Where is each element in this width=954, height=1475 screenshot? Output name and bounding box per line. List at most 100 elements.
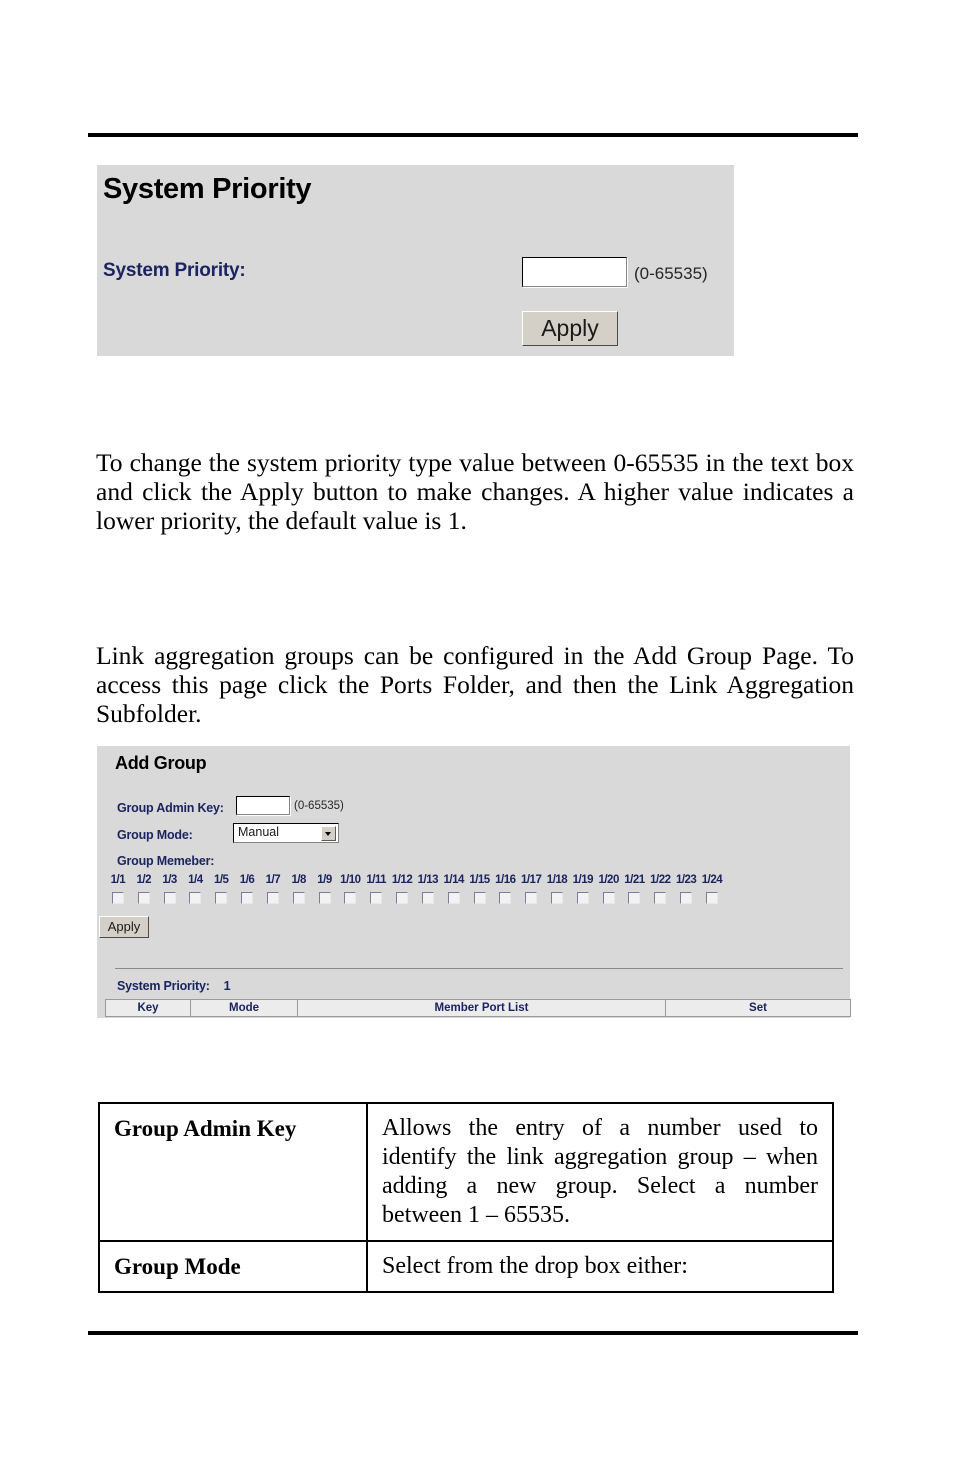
group-mode-selected-value: Manual xyxy=(238,825,279,839)
port-column-1-1: 1/1 xyxy=(105,873,131,909)
add-group-apply-button[interactable]: Apply xyxy=(99,916,149,938)
port-checkbox-1-15[interactable] xyxy=(473,892,486,904)
port-column-1-11: 1/11 xyxy=(363,873,389,909)
port-column-1-10: 1/10 xyxy=(337,873,363,909)
group-mode-select[interactable]: Manual xyxy=(233,823,339,843)
port-checkbox-1-11[interactable] xyxy=(370,892,383,904)
port-checkbox-wrapper xyxy=(292,891,305,909)
port-label: 1/7 xyxy=(265,874,281,886)
port-checkbox-wrapper xyxy=(318,891,331,909)
port-column-1-9: 1/9 xyxy=(312,873,338,909)
port-column-1-17: 1/17 xyxy=(518,873,544,909)
port-checkbox-1-18[interactable] xyxy=(550,892,563,904)
group-member-port-grid: 1/1 1/2 1/3 1/4 1/5 1/6 1/7 1/8 1/9 1/10 1/11 1/12 1… xyxy=(105,873,725,909)
term-group-mode: Group Mode xyxy=(98,1240,368,1293)
port-checkbox-1-7[interactable] xyxy=(266,892,279,904)
group-admin-key-range-hint: (0-65535) xyxy=(294,800,344,812)
group-admin-key-input[interactable] xyxy=(236,796,290,815)
port-column-1-19: 1/19 xyxy=(570,873,596,909)
add-group-panel: Add Group Group Admin Key: (0-65535) Gro… xyxy=(97,746,851,1018)
port-label: 1/17 xyxy=(520,874,542,886)
port-label: 1/3 xyxy=(162,874,177,886)
port-column-1-21: 1/21 xyxy=(622,873,648,909)
port-label: 1/10 xyxy=(340,874,361,886)
port-checkbox-1-16[interactable] xyxy=(499,892,512,904)
port-column-1-23: 1/23 xyxy=(673,873,699,909)
port-checkbox-wrapper xyxy=(370,891,383,909)
port-column-1-24: 1/24 xyxy=(699,873,725,909)
port-checkbox-1-13[interactable] xyxy=(421,892,434,904)
port-checkbox-wrapper xyxy=(396,891,409,909)
port-checkbox-wrapper xyxy=(550,891,563,909)
port-label: 1/4 xyxy=(188,874,203,886)
system-priority-input[interactable] xyxy=(522,257,627,287)
port-checkbox-1-2[interactable] xyxy=(137,892,150,904)
field-description-table-body: Group Admin Key Allows the entry of a nu… xyxy=(98,1102,834,1293)
port-checkbox-wrapper xyxy=(447,891,460,909)
system-priority-panel: System Priority System Priority: (0-6553… xyxy=(97,165,734,356)
table-header-key: Key xyxy=(106,1000,191,1016)
table-header-mode: Mode xyxy=(191,1000,298,1016)
port-label: 1/23 xyxy=(675,874,697,886)
group-mode-label: Group Mode: xyxy=(117,828,193,842)
port-column-1-5: 1/5 xyxy=(208,873,234,909)
port-label: 1/13 xyxy=(417,874,439,886)
port-checkbox-wrapper xyxy=(266,891,279,909)
port-checkbox-wrapper xyxy=(576,891,589,909)
add-group-divider xyxy=(115,968,843,969)
port-label: 1/8 xyxy=(291,874,306,886)
port-checkbox-1-22[interactable] xyxy=(654,892,667,904)
port-checkbox-wrapper xyxy=(602,891,615,909)
port-checkbox-1-1[interactable] xyxy=(111,892,124,904)
port-label: 1/9 xyxy=(317,874,332,886)
port-checkbox-wrapper xyxy=(421,891,434,909)
port-checkbox-wrapper xyxy=(111,891,124,909)
port-checkbox-wrapper xyxy=(525,891,538,909)
port-checkbox-1-6[interactable] xyxy=(241,892,254,904)
port-checkbox-1-17[interactable] xyxy=(525,892,538,904)
port-label: 1/6 xyxy=(239,874,255,886)
port-checkbox-1-12[interactable] xyxy=(396,892,409,904)
port-label: 1/16 xyxy=(495,874,516,886)
port-checkbox-wrapper xyxy=(654,891,667,909)
port-checkbox-1-23[interactable] xyxy=(680,892,693,904)
add-group-system-priority-value: 1 xyxy=(223,979,231,993)
port-column-1-3: 1/3 xyxy=(157,873,183,909)
port-checkbox-wrapper xyxy=(344,891,357,909)
port-checkbox-1-9[interactable] xyxy=(318,892,331,904)
chevron-down-icon[interactable] xyxy=(321,826,336,841)
add-group-panel-title: Add Group xyxy=(115,753,207,773)
system-priority-panel-title: System Priority xyxy=(103,173,312,205)
table-header-member-port-list: Member Port List xyxy=(298,1000,666,1016)
port-checkbox-1-8[interactable] xyxy=(292,892,305,904)
port-checkbox-1-5[interactable] xyxy=(215,892,228,904)
port-column-1-20: 1/20 xyxy=(596,873,622,909)
port-checkbox-1-10[interactable] xyxy=(344,892,357,904)
port-label: 1/21 xyxy=(624,874,645,886)
port-column-1-12: 1/12 xyxy=(389,873,415,909)
port-column-1-15: 1/15 xyxy=(467,873,493,909)
group-list-table-header: Key Mode Member Port List Set xyxy=(105,999,851,1017)
add-group-system-priority-row: System Priority: 1 xyxy=(117,979,231,993)
port-checkbox-1-3[interactable] xyxy=(163,892,176,904)
port-checkbox-1-20[interactable] xyxy=(602,892,615,904)
port-checkbox-1-24[interactable] xyxy=(705,892,718,904)
port-checkbox-wrapper xyxy=(473,891,486,909)
port-label: 1/11 xyxy=(366,874,387,886)
port-column-1-18: 1/18 xyxy=(544,873,570,909)
system-priority-range-hint: (0-65535) xyxy=(634,264,708,283)
system-priority-apply-button[interactable]: Apply xyxy=(522,311,618,346)
port-checkbox-1-14[interactable] xyxy=(447,892,460,904)
port-checkbox-1-4[interactable] xyxy=(189,892,202,904)
add-group-system-priority-label: System Priority: xyxy=(117,979,210,993)
group-member-label: Group Memeber: xyxy=(117,854,215,868)
port-label: 1/14 xyxy=(443,874,464,886)
port-column-1-14: 1/14 xyxy=(441,873,467,909)
port-checkbox-wrapper xyxy=(215,891,228,909)
port-label: 1/15 xyxy=(469,874,490,886)
port-checkbox-wrapper xyxy=(137,891,150,909)
port-column-1-6: 1/6 xyxy=(234,873,260,909)
port-checkbox-wrapper xyxy=(499,891,512,909)
port-checkbox-1-21[interactable] xyxy=(628,892,641,904)
port-checkbox-1-19[interactable] xyxy=(576,892,589,904)
